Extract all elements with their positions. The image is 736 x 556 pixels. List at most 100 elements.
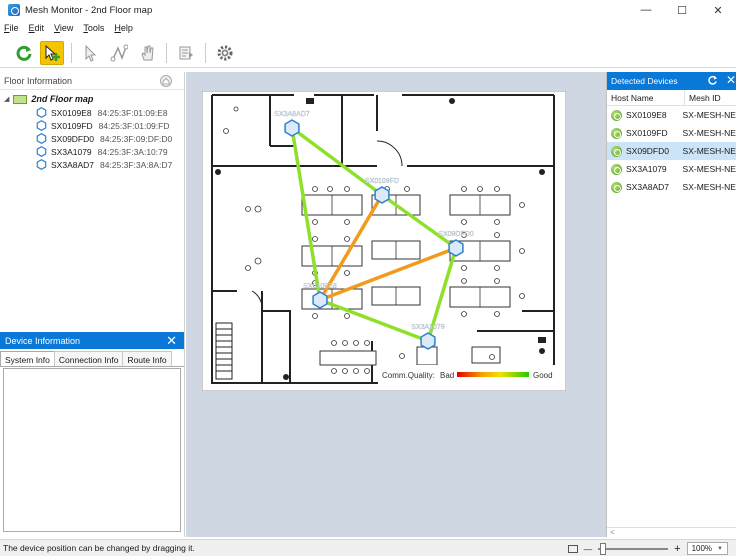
menu-file[interactable]: File	[4, 23, 19, 33]
maximize-button[interactable]: ☐	[664, 0, 700, 20]
mesh-node-hex-icon[interactable]	[284, 119, 300, 137]
zoom-slider-thumb[interactable]	[600, 542, 607, 555]
mesh-node-hex-icon[interactable]	[374, 186, 390, 204]
device-mac: 84:25:3F:01:09:E8	[97, 107, 168, 118]
zoom-in-button[interactable]: +	[674, 543, 680, 555]
device-list-button[interactable]	[174, 41, 198, 65]
hand-icon	[141, 45, 154, 60]
pointer-icon	[85, 44, 97, 62]
map-area[interactable]: SX3A8AD7 SX0109FD SX09DFD0 SX0109E8 SX3A1079…	[186, 72, 606, 537]
horizontal-scrollbar[interactable]: <	[607, 527, 736, 537]
detected-devices-title: Detected Devices	[611, 76, 678, 86]
quality-legend: Comm.Quality: Bad Good	[378, 365, 560, 385]
mesh-node-hex-icon[interactable]	[448, 239, 464, 257]
mesh-device-icon	[36, 120, 47, 131]
tree-device-item[interactable]: SX0109E8 84:25:3F:01:09:E8	[0, 106, 184, 119]
device-name: SX0109E8	[51, 107, 92, 118]
device-mac: 84:25:3F:09:DF:D0	[100, 133, 173, 144]
mesh-id: SX-MESH-NET	[682, 182, 736, 192]
route-button[interactable]	[107, 41, 131, 65]
pointer-button[interactable]	[79, 41, 103, 65]
mesh-node-hex-icon[interactable]	[312, 291, 328, 309]
mesh-node-label: SX0109E8	[303, 283, 337, 290]
detected-devices-header: Detected Devices ✕	[607, 72, 736, 90]
menu-bar: File Edit View Tools Help	[0, 21, 143, 35]
device-info-title: Device Information	[5, 335, 81, 346]
host-name: SX0109E8	[626, 110, 667, 120]
menu-view[interactable]: View	[54, 23, 73, 33]
device-mac: 84:25:3F:3A:8A:D7	[100, 159, 173, 170]
zoom-control: — + 100% ▼	[567, 540, 728, 556]
floor-map[interactable]: SX3A8AD7 SX0109FD SX09DFD0 SX0109E8 SX3A1079…	[202, 91, 566, 391]
expand-arrow-icon[interactable]: ◢	[4, 95, 9, 103]
toolbar-separator	[71, 42, 72, 63]
host-name: SX0109FD	[626, 128, 668, 138]
tab-route-info[interactable]: Route Info	[122, 351, 172, 366]
close-icon[interactable]: ✕	[166, 333, 177, 349]
tree-device-item[interactable]: SX3A1079 84:25:3F:3A:10:79	[0, 145, 184, 158]
app-icon	[8, 4, 20, 16]
host-name: SX3A1079	[626, 164, 667, 174]
toolbar	[0, 38, 736, 68]
mesh-id: SX-MESH-NET	[682, 146, 736, 156]
home-icon[interactable]	[160, 75, 172, 87]
mesh-device-icon	[36, 146, 47, 157]
title-bar: Mesh Monitor - 2nd Floor map — ☐ ✕	[0, 0, 736, 20]
settings-button[interactable]	[213, 41, 237, 65]
floor-info-title: Floor Information	[4, 75, 73, 86]
zoom-select[interactable]: 100% ▼	[686, 542, 728, 555]
device-name: SX3A1079	[51, 146, 92, 157]
floor-map-icon	[13, 94, 28, 104]
chevron-down-icon: ▼	[717, 545, 723, 552]
zoom-slider[interactable]	[598, 542, 669, 555]
zoom-out-button[interactable]: —	[584, 544, 593, 554]
device-mac: 84:25:3F:01:09:FD	[98, 120, 170, 131]
quality-bad-label: Bad	[440, 371, 454, 380]
fit-to-window-icon[interactable]	[567, 544, 578, 553]
tree-device-item[interactable]: SX3A8AD7 84:25:3F:3A:8A:D7	[0, 158, 184, 171]
tree-floor-root[interactable]: ◢ 2nd Floor map	[0, 90, 184, 106]
detected-device-row[interactable]: SX3A8AD7 SX-MESH-NET	[607, 178, 736, 196]
menu-help[interactable]: Help	[114, 23, 133, 33]
device-info-content	[3, 368, 181, 532]
mesh-id: SX-MESH-NET	[682, 164, 736, 174]
route-icon	[110, 44, 128, 61]
device-name: SX3A8AD7	[51, 159, 94, 170]
device-info-tabs: System Info Connection Info Route Info	[0, 349, 184, 367]
tree-device-item[interactable]: SX09DFD0 84:25:3F:09:DF:D0	[0, 132, 184, 145]
close-icon[interactable]: ✕	[726, 73, 736, 87]
detected-device-row[interactable]: SX0109E8 SX-MESH-NET	[607, 106, 736, 124]
refresh-icon[interactable]	[707, 75, 718, 86]
floor-info-panel: Floor Information ◢ 2nd Floor map SX0109…	[0, 72, 185, 332]
floor-map-label: 2nd Floor map	[31, 94, 94, 104]
tab-system-info[interactable]: System Info	[0, 351, 55, 366]
detected-device-row[interactable]: SX0109FD SX-MESH-NET	[607, 124, 736, 142]
refresh-button[interactable]	[12, 41, 36, 65]
device-status-icon	[611, 109, 622, 121]
mesh-node-hex-icon[interactable]	[420, 332, 436, 350]
detected-devices-columns: Host Name Mesh ID	[607, 89, 736, 106]
toolbar-separator	[205, 42, 206, 63]
close-window-button[interactable]: ✕	[700, 0, 736, 20]
move-device-button[interactable]	[40, 40, 64, 65]
status-text: The device position can be changed by dr…	[3, 543, 195, 553]
mesh-node-label: SX3A8AD7	[274, 111, 310, 118]
tree-device-item[interactable]: SX0109FD 84:25:3F:01:09:FD	[0, 119, 184, 132]
hand-button[interactable]	[135, 41, 159, 65]
mesh-node-label: SX3A1079	[411, 324, 445, 331]
status-bar: The device position can be changed by dr…	[0, 539, 736, 556]
detected-device-row[interactable]: SX3A1079 SX-MESH-NET	[607, 160, 736, 178]
tab-connection-info[interactable]: Connection Info	[53, 351, 124, 366]
menu-edit[interactable]: Edit	[29, 23, 45, 33]
device-status-icon	[611, 127, 622, 139]
quality-gradient-bar	[457, 372, 529, 377]
detected-device-row[interactable]: SX09DFD0 SX-MESH-NET	[607, 142, 736, 160]
device-name: SX09DFD0	[51, 133, 94, 144]
detected-devices-panel: Detected Devices ✕ Host Name Mesh ID SX0…	[606, 72, 736, 537]
device-name: SX0109FD	[51, 120, 93, 131]
menu-tools[interactable]: Tools	[83, 23, 104, 33]
column-mesh-id[interactable]: Mesh ID	[685, 93, 721, 103]
column-host-name[interactable]: Host Name	[607, 89, 685, 106]
device-mac: 84:25:3F:3A:10:79	[97, 146, 168, 157]
minimize-button[interactable]: —	[628, 0, 664, 20]
